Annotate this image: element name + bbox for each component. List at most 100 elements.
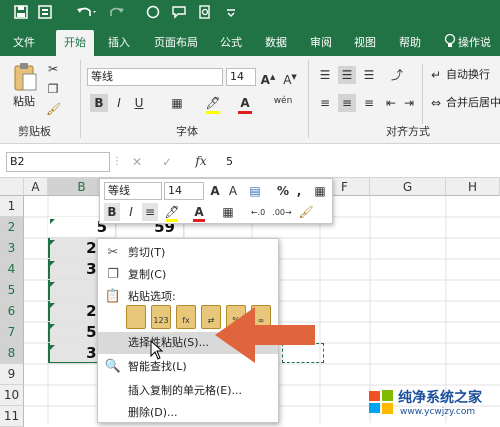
row-header-2[interactable]: 2: [0, 217, 24, 238]
row-header-1[interactable]: 1: [0, 196, 24, 217]
align-middle-icon[interactable]: ☰: [338, 66, 356, 84]
decrease-font-icon[interactable]: A▼: [282, 68, 298, 89]
shape-circle-icon[interactable]: [146, 5, 160, 25]
wrap-text-icon[interactable]: ↵: [428, 66, 444, 84]
mini-font-size-select[interactable]: 14: [164, 182, 204, 200]
mini-format-painter-icon[interactable]: 🖌: [298, 203, 314, 221]
font-color-swatch: [238, 111, 252, 114]
mini-decrease-decimal-icon[interactable]: .00→: [272, 204, 292, 222]
row-header-10[interactable]: 10: [0, 385, 24, 406]
wrap-text-button[interactable]: 自动换行: [446, 66, 490, 84]
scissors-icon: ✂: [107, 245, 119, 260]
paste-icon[interactable]: [12, 62, 38, 92]
tab-page-layout[interactable]: 页面布局: [146, 30, 206, 56]
tab-data[interactable]: 数据: [257, 30, 295, 56]
customize-qat-icon[interactable]: [226, 5, 236, 25]
mini-increase-font-icon[interactable]: A: [208, 182, 222, 200]
cut-icon[interactable]: ✂: [46, 60, 60, 78]
mini-font-name-select[interactable]: 等线: [104, 182, 162, 200]
align-center-icon[interactable]: ≡: [338, 94, 356, 112]
mini-decrease-font-icon[interactable]: A: [226, 182, 240, 200]
align-bottom-icon[interactable]: ☰: [360, 66, 378, 84]
redo-icon[interactable]: [108, 5, 130, 25]
mini-italic-button[interactable]: I: [124, 203, 138, 221]
format-painter-icon[interactable]: 🖌: [46, 100, 61, 118]
paste-formulas-icon[interactable]: fx: [176, 305, 196, 329]
row-header-8[interactable]: 8: [0, 343, 24, 364]
phonetic-icon[interactable]: wén: [272, 92, 294, 110]
row-header-4[interactable]: 4: [0, 259, 24, 280]
mini-number-format-icon[interactable]: ▤: [246, 182, 264, 200]
insert-function-icon[interactable]: fx: [192, 152, 210, 170]
row-header-11[interactable]: 11: [0, 406, 24, 427]
merge-center-button[interactable]: 合并后居中: [446, 94, 500, 112]
mini-align-center-icon[interactable]: ≡: [142, 203, 158, 221]
menu-item-copy[interactable]: ❐ 复制(C): [98, 264, 278, 286]
menu-item-delete[interactable]: 删除(D)...: [98, 402, 278, 424]
undo-icon[interactable]: [76, 5, 98, 25]
row-header-6[interactable]: 6: [0, 301, 24, 322]
tab-tell-me[interactable]: 操作说: [458, 30, 500, 56]
underline-button[interactable]: U: [132, 94, 146, 112]
tab-help[interactable]: 帮助: [391, 30, 429, 56]
mini-table-icon[interactable]: ▦: [312, 182, 328, 200]
row-header-3[interactable]: 3: [0, 238, 24, 259]
orientation-icon[interactable]: ⤴: [386, 66, 408, 84]
save-icon[interactable]: [14, 5, 28, 25]
border-icon[interactable]: ▦: [168, 94, 186, 112]
row-header-5[interactable]: 5: [0, 280, 24, 301]
column-header-a[interactable]: A: [24, 178, 48, 196]
column-header-g[interactable]: G: [370, 178, 446, 196]
mini-font-color-swatch: [193, 219, 205, 222]
bold-button[interactable]: B: [90, 94, 108, 112]
alignment-group-label: 对齐方式: [386, 125, 430, 138]
name-box[interactable]: B2: [6, 152, 110, 172]
name-box-dropdown-icon[interactable]: ⋮: [112, 153, 122, 171]
font-name-select[interactable]: 等线: [87, 68, 223, 86]
paste-button-label[interactable]: 粘贴: [13, 93, 35, 109]
italic-button[interactable]: I: [112, 94, 126, 112]
tab-view[interactable]: 视图: [346, 30, 384, 56]
group-divider: [308, 60, 309, 138]
paste-icon[interactable]: [126, 305, 146, 329]
cancel-entry-icon[interactable]: ✕: [130, 153, 144, 171]
mini-percent-icon[interactable]: %: [276, 182, 290, 200]
align-left-icon[interactable]: ≡: [316, 94, 334, 112]
windows-logo-icon: [369, 390, 393, 414]
paste-values-icon[interactable]: 123: [151, 305, 171, 329]
print-preview-icon[interactable]: [198, 5, 212, 25]
row-header-7[interactable]: 7: [0, 322, 24, 343]
copy-icon[interactable]: ❐: [46, 80, 60, 98]
select-all-corner[interactable]: [0, 178, 24, 196]
mini-comma-icon[interactable]: ,: [294, 182, 304, 200]
mini-bold-button[interactable]: B: [104, 203, 120, 221]
column-header-h[interactable]: H: [446, 178, 500, 196]
font-size-select[interactable]: 14: [226, 68, 256, 86]
mouse-cursor-icon: [150, 340, 164, 360]
tab-formulas[interactable]: 公式: [212, 30, 250, 56]
search-icon: 🔍: [104, 359, 122, 374]
row-header-9[interactable]: 9: [0, 364, 24, 385]
fill-color-icon[interactable]: 🖊: [204, 94, 222, 112]
increase-font-icon[interactable]: A▲: [260, 68, 276, 89]
mini-increase-decimal-icon[interactable]: ←.0: [248, 204, 268, 222]
confirm-entry-icon[interactable]: ✓: [160, 153, 174, 171]
tab-review[interactable]: 审阅: [302, 30, 340, 56]
mini-border-icon[interactable]: ▦: [220, 203, 236, 221]
tab-insert[interactable]: 插入: [100, 30, 138, 56]
tab-file[interactable]: 文件: [6, 30, 42, 56]
mini-toolbar: 等线 14 A A ▤ % , ▦ B I ≡ 🖊 A ▦ ←.0 .00→ 🖌: [99, 178, 333, 224]
merge-center-icon[interactable]: ⇔: [428, 94, 444, 112]
menu-item-insert-copied[interactable]: 插入复制的单元格(E)...: [98, 380, 278, 402]
align-top-icon[interactable]: ☰: [316, 66, 334, 84]
menu-item-cut[interactable]: ✂ 剪切(T): [98, 242, 278, 264]
tab-home[interactable]: 开始: [56, 30, 94, 56]
decrease-indent-icon[interactable]: ⇤: [384, 94, 398, 112]
font-color-icon[interactable]: A: [236, 94, 254, 112]
align-right-icon[interactable]: ≡: [360, 94, 378, 112]
increase-indent-icon[interactable]: ⇥: [402, 94, 416, 112]
lightbulb-icon[interactable]: [444, 33, 456, 55]
comment-icon[interactable]: [172, 5, 186, 25]
save-as-icon[interactable]: [38, 5, 52, 25]
formula-input[interactable]: 5: [222, 152, 500, 172]
